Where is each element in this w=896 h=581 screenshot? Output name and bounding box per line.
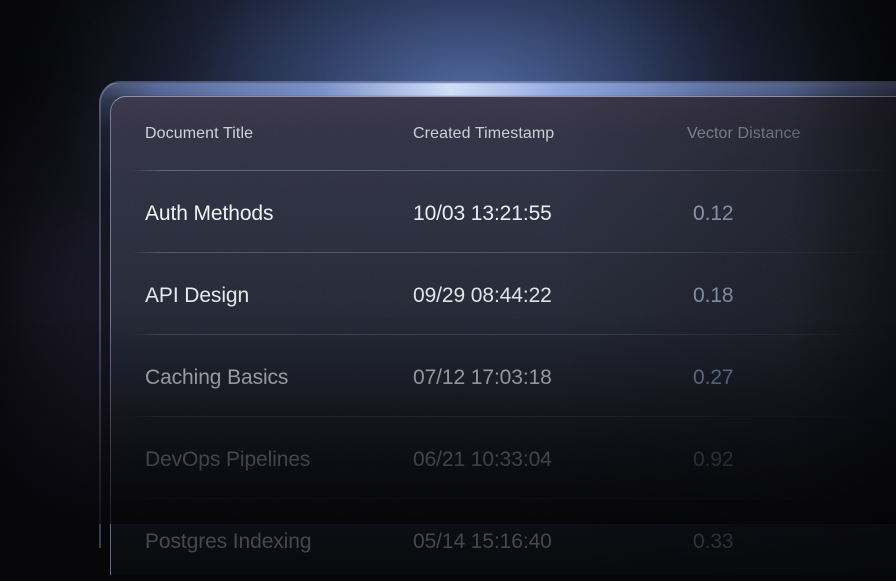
cell-vector-distance: 0.92 bbox=[687, 448, 896, 472]
table-row: DevOps Pipelines 06/21 10:33:04 0.92 bbox=[111, 417, 896, 499]
cell-document-title: Postgres Indexing bbox=[145, 530, 413, 554]
cell-created-timestamp: 05/14 15:16:40 bbox=[413, 530, 687, 554]
top-edge-light-reflection bbox=[109, 83, 896, 96]
documents-table-card: Document Title Created Timestamp Vector … bbox=[110, 96, 896, 575]
column-header-document-title: Document Title bbox=[145, 125, 413, 143]
cell-vector-distance: 0.18 bbox=[687, 284, 896, 308]
cell-vector-distance: 0.33 bbox=[687, 530, 896, 554]
cell-document-title: Caching Basics bbox=[145, 366, 413, 390]
table-row: API Design 09/29 08:44:22 0.18 bbox=[111, 253, 896, 335]
table-row: Caching Basics 07/12 17:03:18 0.27 bbox=[111, 335, 896, 417]
cell-created-timestamp: 07/12 17:03:18 bbox=[413, 366, 687, 390]
table-header-row: Document Title Created Timestamp Vector … bbox=[111, 97, 896, 171]
cell-document-title: DevOps Pipelines bbox=[145, 448, 413, 472]
column-header-vector-distance: Vector Distance bbox=[687, 125, 896, 143]
table-row: Auth Methods 10/03 13:21:55 0.12 bbox=[111, 171, 896, 253]
table-row: Postgres Indexing 05/14 15:16:40 0.33 bbox=[111, 499, 896, 581]
column-header-created-timestamp: Created Timestamp bbox=[413, 125, 687, 143]
cell-document-title: API Design bbox=[145, 284, 413, 308]
cell-created-timestamp: 09/29 08:44:22 bbox=[413, 284, 687, 308]
cell-created-timestamp: 06/21 10:33:04 bbox=[413, 448, 687, 472]
cell-created-timestamp: 10/03 13:21:55 bbox=[413, 202, 687, 226]
cell-vector-distance: 0.27 bbox=[687, 366, 896, 390]
cell-vector-distance: 0.12 bbox=[687, 202, 896, 226]
cell-document-title: Auth Methods bbox=[145, 202, 413, 226]
